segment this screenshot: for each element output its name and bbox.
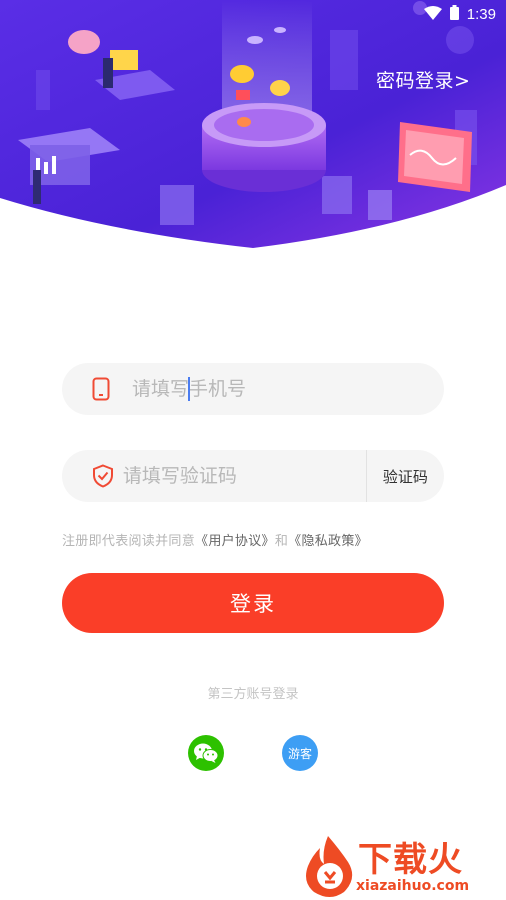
guest-login-button[interactable]: 游客 <box>282 735 318 771</box>
agreement-prefix: 注册即代表阅读并同意 <box>62 534 196 549</box>
flame-logo-icon <box>306 836 353 897</box>
phone-input[interactable] <box>132 363 444 415</box>
status-time: 1:39 <box>466 5 496 23</box>
phone-icon <box>92 377 132 401</box>
wifi-icon <box>423 5 442 24</box>
status-bar: 1:39 <box>0 0 506 28</box>
text-cursor <box>188 377 190 401</box>
privacy-policy-link[interactable]: 《隐私政策》 <box>288 534 368 549</box>
get-code-button[interactable]: 验证码 <box>367 466 444 487</box>
watermark-brand: 下载火 <box>358 840 463 880</box>
agreement-conjunction: 和 <box>274 534 289 549</box>
user-agreement-link[interactable]: 《用户协议》 <box>195 534 275 549</box>
watermark-url: xiazaihuo.com <box>356 878 470 894</box>
agreement-text: 注册即代表阅读并同意《用户协议》和《隐私政策》 <box>62 530 368 549</box>
code-input[interactable] <box>122 450 366 502</box>
third-party-title: 第三方账号登录 <box>207 687 299 702</box>
phone-field[interactable] <box>62 363 444 415</box>
isometric-illustration <box>0 0 506 248</box>
wechat-login-button[interactable] <box>188 735 224 771</box>
battery-icon <box>449 4 459 24</box>
login-button[interactable]: 登录 <box>62 573 444 633</box>
watermark: 下载火 xiazaihuo.com <box>298 832 506 900</box>
hero-banner <box>0 0 506 250</box>
password-login-link[interactable]: 密码登录> <box>376 66 470 93</box>
code-field[interactable]: 验证码 <box>62 450 444 502</box>
shield-check-icon <box>92 464 123 488</box>
wechat-icon <box>194 743 219 763</box>
